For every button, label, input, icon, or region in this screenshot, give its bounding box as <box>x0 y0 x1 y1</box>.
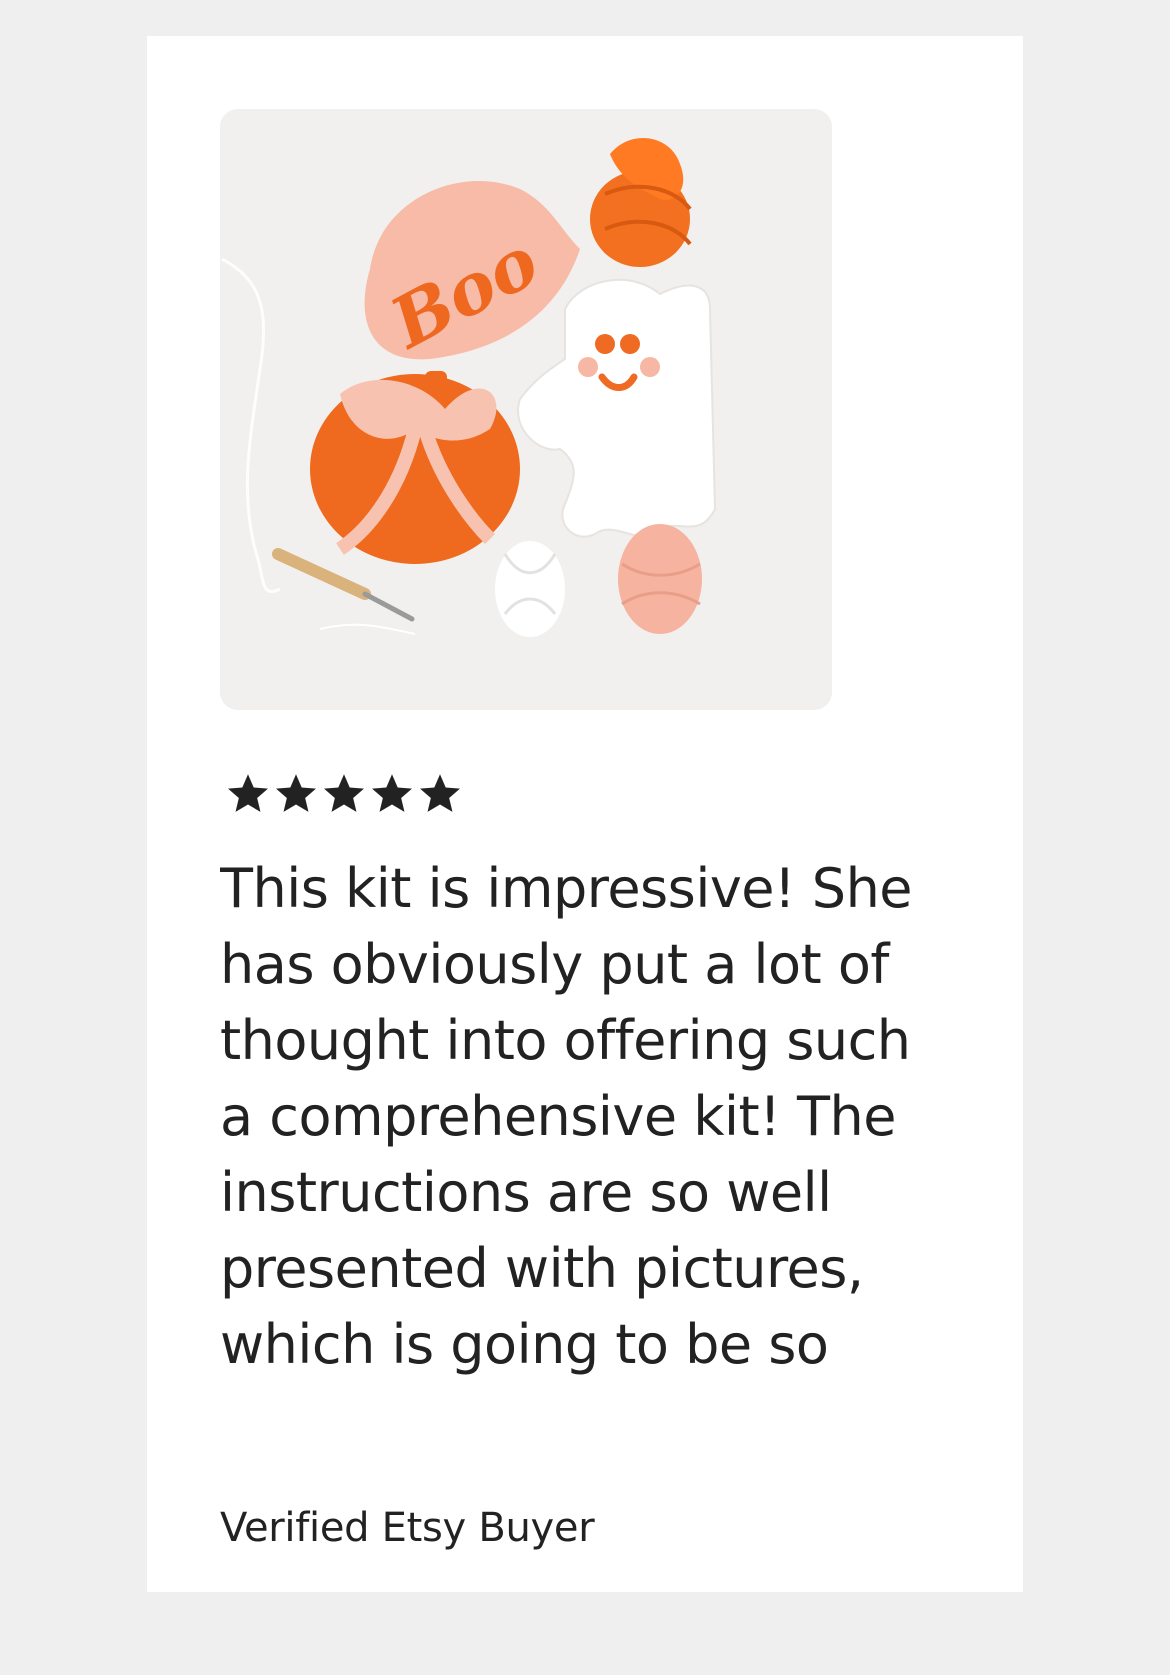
review-photo[interactable]: Boo <box>220 109 832 710</box>
peach-yarn-bundle <box>618 524 702 634</box>
star-icon <box>324 774 364 812</box>
review-card: Boo This kit is impressive! She has obvi… <box>147 36 1023 1592</box>
rating-stars <box>225 771 463 815</box>
star-icon <box>228 774 268 812</box>
white-yarn-bundle <box>495 541 565 637</box>
star-icon <box>276 774 316 812</box>
review-author: Verified Etsy Buyer <box>220 1505 595 1551</box>
punch-needle-kit-illustration: Boo <box>220 109 832 710</box>
review-text: This kit is impressive! She has obviousl… <box>220 857 913 1376</box>
star-icon <box>420 774 460 812</box>
star-icon <box>372 774 412 812</box>
